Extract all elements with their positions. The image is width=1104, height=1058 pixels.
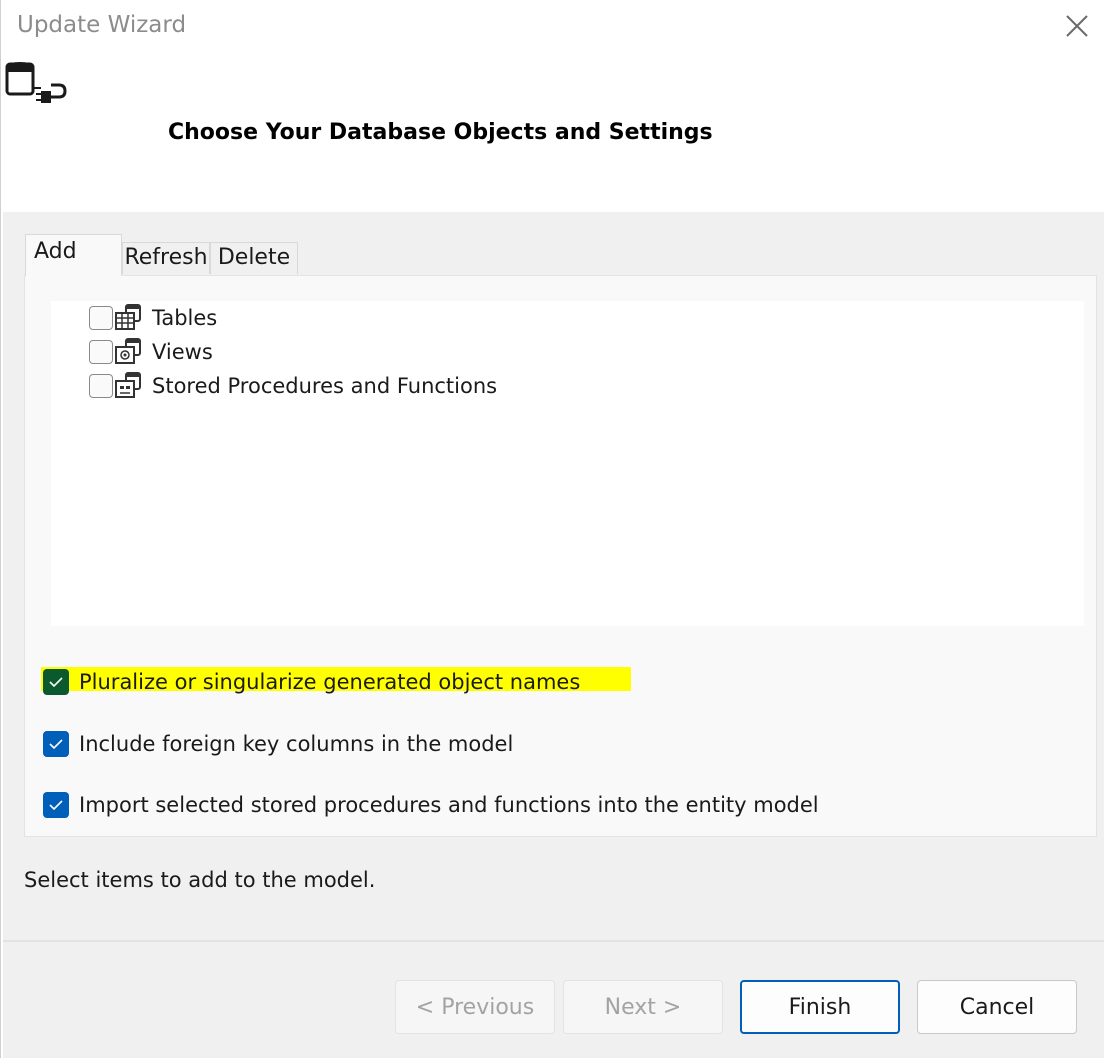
cancel-button[interactable]: Cancel xyxy=(917,980,1077,1034)
status-text: Select items to add to the model. xyxy=(24,868,376,892)
foreign-key-checkbox[interactable] xyxy=(43,731,69,757)
pluralize-checkbox[interactable] xyxy=(43,669,69,695)
foreign-key-option[interactable]: Include foreign key columns in the model xyxy=(43,728,513,760)
foreign-key-label: Include foreign key columns in the model xyxy=(79,732,514,756)
next-button[interactable]: Next > xyxy=(563,980,723,1034)
tree-item-label: Tables xyxy=(152,306,218,330)
window-title: Update Wizard xyxy=(17,12,187,38)
tab-add[interactable]: Add xyxy=(25,234,122,276)
stored-procedures-checkbox[interactable] xyxy=(89,374,113,398)
import-procedures-label: Import selected stored procedures and fu… xyxy=(79,793,819,817)
previous-button[interactable]: < Previous xyxy=(395,980,555,1034)
stored-procedure-icon xyxy=(115,372,141,398)
tables-checkbox[interactable] xyxy=(89,306,113,330)
tab-refresh[interactable]: Refresh xyxy=(122,242,210,274)
tree-item-tables[interactable]: Tables xyxy=(89,303,217,333)
title-bar: Update Wizard xyxy=(1,0,1104,52)
database-objects-tree[interactable]: Tables Views Stored Procedures and Funct… xyxy=(51,301,1084,626)
close-icon[interactable] xyxy=(1059,8,1095,44)
views-checkbox[interactable] xyxy=(89,340,113,364)
tree-item-label: Stored Procedures and Functions xyxy=(152,374,498,398)
database-view-icon xyxy=(115,338,141,364)
database-connection-icon xyxy=(5,62,67,103)
tree-item-label: Views xyxy=(152,340,213,364)
tab-panel-add: Tables Views Stored Procedures and Funct… xyxy=(24,275,1097,837)
pluralize-label: Pluralize or singularize generated objec… xyxy=(79,670,581,694)
checkmark-icon xyxy=(49,800,63,810)
import-procedures-option[interactable]: Import selected stored procedures and fu… xyxy=(43,789,819,821)
checkmark-icon xyxy=(49,739,63,749)
finish-button[interactable]: Finish xyxy=(740,980,900,1034)
import-procedures-checkbox[interactable] xyxy=(43,792,69,818)
update-wizard-window: Update Wizard Choose Your Database Objec… xyxy=(0,0,1104,1058)
checkmark-icon xyxy=(49,677,63,687)
database-table-icon xyxy=(115,304,141,330)
wizard-body: Add Refresh Delete Tables Views Stored P… xyxy=(3,212,1104,940)
wizard-footer: < Previous Next > Finish Cancel xyxy=(3,942,1104,1058)
tab-delete[interactable]: Delete xyxy=(210,242,298,274)
wizard-header: Choose Your Database Objects and Setting… xyxy=(1,52,1104,212)
pluralize-option[interactable]: Pluralize or singularize generated objec… xyxy=(43,666,580,698)
tree-item-stored-procedures[interactable]: Stored Procedures and Functions xyxy=(89,371,497,401)
page-title: Choose Your Database Objects and Setting… xyxy=(168,120,713,145)
tree-item-views[interactable]: Views xyxy=(89,337,213,367)
